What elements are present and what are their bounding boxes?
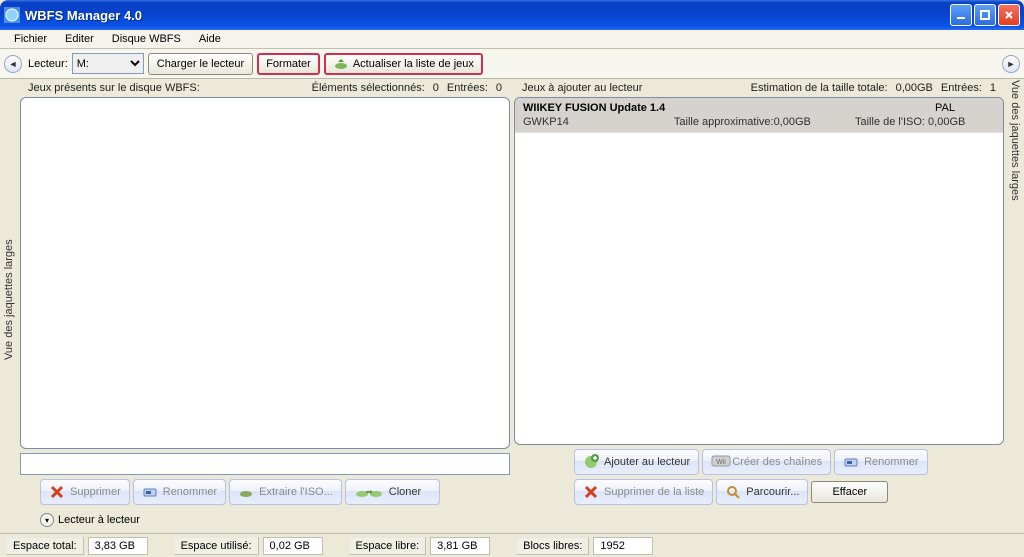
used-space-val: 0,02 GB bbox=[263, 537, 323, 555]
rename-icon bbox=[142, 484, 158, 500]
browse-icon bbox=[725, 484, 741, 500]
iso-val: 0,00GB bbox=[928, 116, 965, 128]
free-space-val: 3,81 GB bbox=[430, 537, 490, 555]
left-selected-label: Éléments sélectionnés: bbox=[312, 82, 425, 94]
game-title: WIIKEY FUSION Update 1.4 bbox=[523, 102, 935, 114]
right-entries-label: Entrées: bbox=[941, 82, 982, 94]
rename-right-button[interactable]: Renommer bbox=[834, 449, 927, 475]
right-game-list[interactable]: WIIKEY FUSION Update 1.4 PAL GWKP14 Tail… bbox=[514, 97, 1004, 445]
minimize-button[interactable] bbox=[950, 4, 972, 26]
menu-aide[interactable]: Aide bbox=[191, 31, 229, 47]
refresh-icon bbox=[333, 57, 349, 71]
app-icon bbox=[4, 7, 20, 23]
size-est-val: 0,00GB bbox=[896, 82, 933, 94]
drive-select[interactable]: M: bbox=[72, 53, 144, 74]
left-panel-title: Jeux présents sur le disque WBFS: bbox=[28, 82, 304, 94]
right-panel-title: Jeux à ajouter au lecteur bbox=[522, 82, 743, 94]
chevron-down-icon: ▾ bbox=[40, 513, 54, 527]
delete-icon bbox=[583, 484, 599, 500]
list-item[interactable]: WIIKEY FUSION Update 1.4 PAL GWKP14 Tail… bbox=[515, 98, 1003, 133]
refresh-list-button[interactable]: Actualiser la liste de jeux bbox=[324, 53, 483, 75]
right-entries-count: 1 bbox=[990, 82, 996, 94]
create-channels-button[interactable]: Wii Créer des chaînes bbox=[702, 449, 831, 475]
clone-icon bbox=[354, 484, 384, 500]
statusbar: Espace total: 3,83 GB Espace utilisé: 0,… bbox=[0, 533, 1024, 557]
delete-button[interactable]: Supprimer bbox=[40, 479, 130, 505]
rename-icon bbox=[843, 454, 859, 470]
total-space-val: 3,83 GB bbox=[88, 537, 148, 555]
free-blocks-val: 1952 bbox=[593, 537, 653, 555]
delete-icon bbox=[49, 484, 65, 500]
drive-label: Lecteur: bbox=[28, 58, 68, 70]
menubar: Fichier Editer Disque WBFS Aide bbox=[0, 30, 1024, 49]
rename-left-button[interactable]: Renommer bbox=[133, 479, 226, 505]
approx-label: Taille approximative: bbox=[674, 116, 774, 128]
left-selected-count: 0 bbox=[433, 82, 439, 94]
toolbar: ◄ Lecteur: M: Charger le lecteur Formate… bbox=[0, 49, 1024, 79]
free-blocks-label: Blocs libres: bbox=[516, 537, 589, 555]
left-game-list[interactable] bbox=[20, 97, 510, 449]
maximize-button[interactable] bbox=[974, 4, 996, 26]
left-entries-count: 0 bbox=[496, 82, 502, 94]
extract-iso-button[interactable]: Extraire l'ISO... bbox=[229, 479, 342, 505]
approx-val: 0,00GB bbox=[774, 116, 811, 128]
window-title: WBFS Manager 4.0 bbox=[25, 8, 950, 23]
add-to-drive-button[interactable]: Ajouter au lecteur bbox=[574, 449, 699, 475]
add-icon bbox=[583, 454, 599, 470]
menu-disque-wbfs[interactable]: Disque WBFS bbox=[104, 31, 189, 47]
clone-button[interactable]: Cloner bbox=[345, 479, 440, 505]
titlebar: WBFS Manager 4.0 bbox=[0, 0, 1024, 30]
left-entries-label: Entrées: bbox=[447, 82, 488, 94]
clear-button[interactable]: Effacer bbox=[811, 481, 888, 503]
used-space-label: Espace utilisé: bbox=[174, 537, 259, 555]
browse-button[interactable]: Parcourir... bbox=[716, 479, 808, 505]
menu-fichier[interactable]: Fichier bbox=[6, 31, 55, 47]
size-est-label: Estimation de la taille totale: bbox=[751, 82, 888, 94]
load-drive-button[interactable]: Charger le lecteur bbox=[148, 53, 253, 75]
close-button[interactable] bbox=[998, 4, 1020, 26]
right-cover-tab[interactable]: Vue des jaquettes larges bbox=[1006, 70, 1024, 370]
left-panel: Jeux présents sur le disque WBFS: Élémen… bbox=[20, 79, 510, 505]
format-button[interactable]: Formater bbox=[257, 53, 320, 75]
remove-from-list-button[interactable]: Supprimer de la liste bbox=[574, 479, 713, 505]
wii-icon: Wii bbox=[711, 454, 727, 470]
menu-editer[interactable]: Editer bbox=[57, 31, 102, 47]
game-id: GWKP14 bbox=[523, 116, 674, 128]
left-cover-tab[interactable]: Vue des jaquettes larges bbox=[0, 70, 18, 370]
free-space-label: Espace libre: bbox=[349, 537, 427, 555]
total-space-label: Espace total: bbox=[6, 537, 84, 555]
game-region: PAL bbox=[935, 102, 995, 114]
svg-text:Wii: Wii bbox=[716, 459, 726, 466]
filter-input[interactable] bbox=[20, 453, 510, 475]
right-panel: Jeux à ajouter au lecteur Estimation de … bbox=[514, 79, 1004, 505]
main-area: Jeux présents sur le disque WBFS: Élémen… bbox=[20, 79, 1004, 505]
extract-icon bbox=[238, 484, 254, 500]
iso-label: Taille de l'ISO: bbox=[855, 116, 925, 128]
drive-to-drive-expander[interactable]: ▾ Lecteur à lecteur bbox=[40, 513, 140, 527]
